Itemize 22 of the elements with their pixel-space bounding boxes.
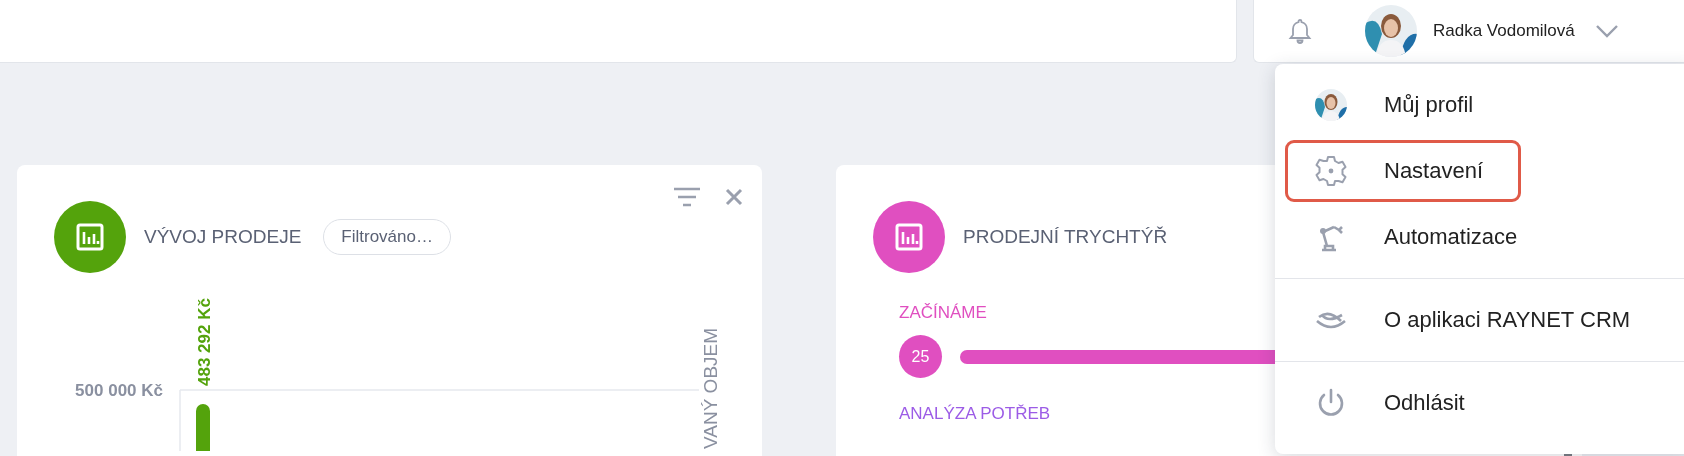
settings-icon	[1314, 154, 1348, 188]
widget-title: PRODEJNÍ TRYCHTÝŘ	[963, 226, 1168, 248]
menu-item[interactable]: Můj profil	[1384, 92, 1474, 118]
user-name[interactable]: Radka Vodomilová	[1433, 21, 1575, 41]
chart-icon	[54, 201, 126, 273]
stage-label: ZAČÍNÁME	[899, 303, 987, 323]
widget-title: VÝVOJ PRODEJE	[144, 226, 302, 248]
chart-icon	[873, 201, 945, 273]
chevron-down-icon[interactable]	[1594, 24, 1619, 38]
bar	[196, 404, 210, 451]
close-icon[interactable]	[725, 188, 743, 206]
menu-item[interactable]: Nastavení	[1384, 158, 1484, 184]
count-badge: 25	[899, 335, 942, 378]
filter-icon[interactable]	[673, 187, 701, 207]
menu-item[interactable]: O aplikaci RAYNET CRM	[1384, 307, 1631, 333]
menu-item[interactable]: Odhlásit	[1384, 390, 1465, 416]
stage-label: ANALÝZA POTŘEB	[899, 404, 1051, 424]
gridline-label: 500 000 Kč	[75, 381, 163, 400]
bar-value-label: 483 292 Kč	[195, 298, 214, 386]
menu-item[interactable]: Automatizace	[1384, 224, 1518, 250]
side-caption: VANÝ OBJEM	[700, 327, 721, 449]
bell-icon[interactable]	[1288, 17, 1312, 45]
